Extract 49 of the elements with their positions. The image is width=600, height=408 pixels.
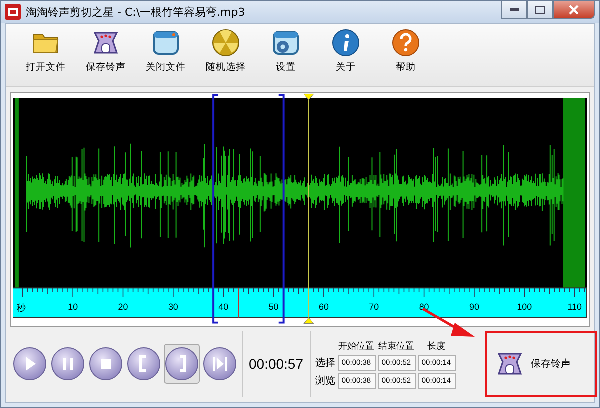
help-icon [391,28,421,58]
app-logo-icon [5,4,21,20]
close-button[interactable] [553,1,595,19]
playhead[interactable] [304,94,314,324]
settings-icon [271,28,301,58]
toolbar-button[interactable]: 保存铃声 [76,26,136,86]
minimize-button[interactable] [501,1,527,19]
toolbar-button[interactable]: 帮助 [376,26,436,86]
column-header: 结束位置 [378,340,416,352]
ruler-label: 60 [319,302,329,312]
ruler-label: 90 [470,302,480,312]
ruler-label: 40 [218,302,229,312]
selection-start-bracket[interactable] [212,94,218,324]
left-bracket-icon [127,347,161,381]
transport-button[interactable] [164,344,200,384]
column-header: 开始位置 [338,340,376,352]
row-label: 浏览 [316,374,336,388]
right-bracket-icon [165,347,199,381]
toolbar-button[interactable]: 关于 [316,26,376,86]
toolbar-button[interactable]: 随机选择 [196,26,256,86]
ruler-label: 100 [517,302,532,312]
minimize-icon [510,8,518,11]
ruler-label: 30 [168,302,178,312]
toolbar-button[interactable]: 设置 [256,26,316,86]
selection-end-bracket[interactable] [278,94,285,324]
current-time: 00:00:57 [243,331,310,397]
radiation-icon [211,28,241,58]
marker-line [238,288,240,318]
toolbar-button[interactable]: 打开文件 [16,26,76,86]
row-label: 选择 [316,356,336,370]
maximize-button[interactable] [527,1,553,19]
ruler-label: 110 [568,302,582,312]
info-icon [331,28,361,58]
window-title: 淘淘铃声剪切之星 - C:\一根竹竿容易弯.mp3 [26,4,246,20]
column-header: 长度 [426,340,446,352]
ruler-label: 70 [369,302,380,312]
ruler-label: 20 [118,302,128,312]
save-ringtone-button[interactable]: 保存铃声 [491,340,591,388]
stop-icon [89,347,123,381]
ruler-label: 50 [268,302,279,312]
play-icon [13,347,47,381]
toolbar-button[interactable]: 关闭文件 [136,26,196,86]
close-icon [569,4,579,14]
ruler-label: 10 [68,302,78,312]
pause-icon [51,347,85,381]
maximize-icon [535,6,545,14]
play-selection-icon [203,347,237,381]
ruler-unit: 秒 [16,304,26,314]
window-icon [151,28,181,58]
